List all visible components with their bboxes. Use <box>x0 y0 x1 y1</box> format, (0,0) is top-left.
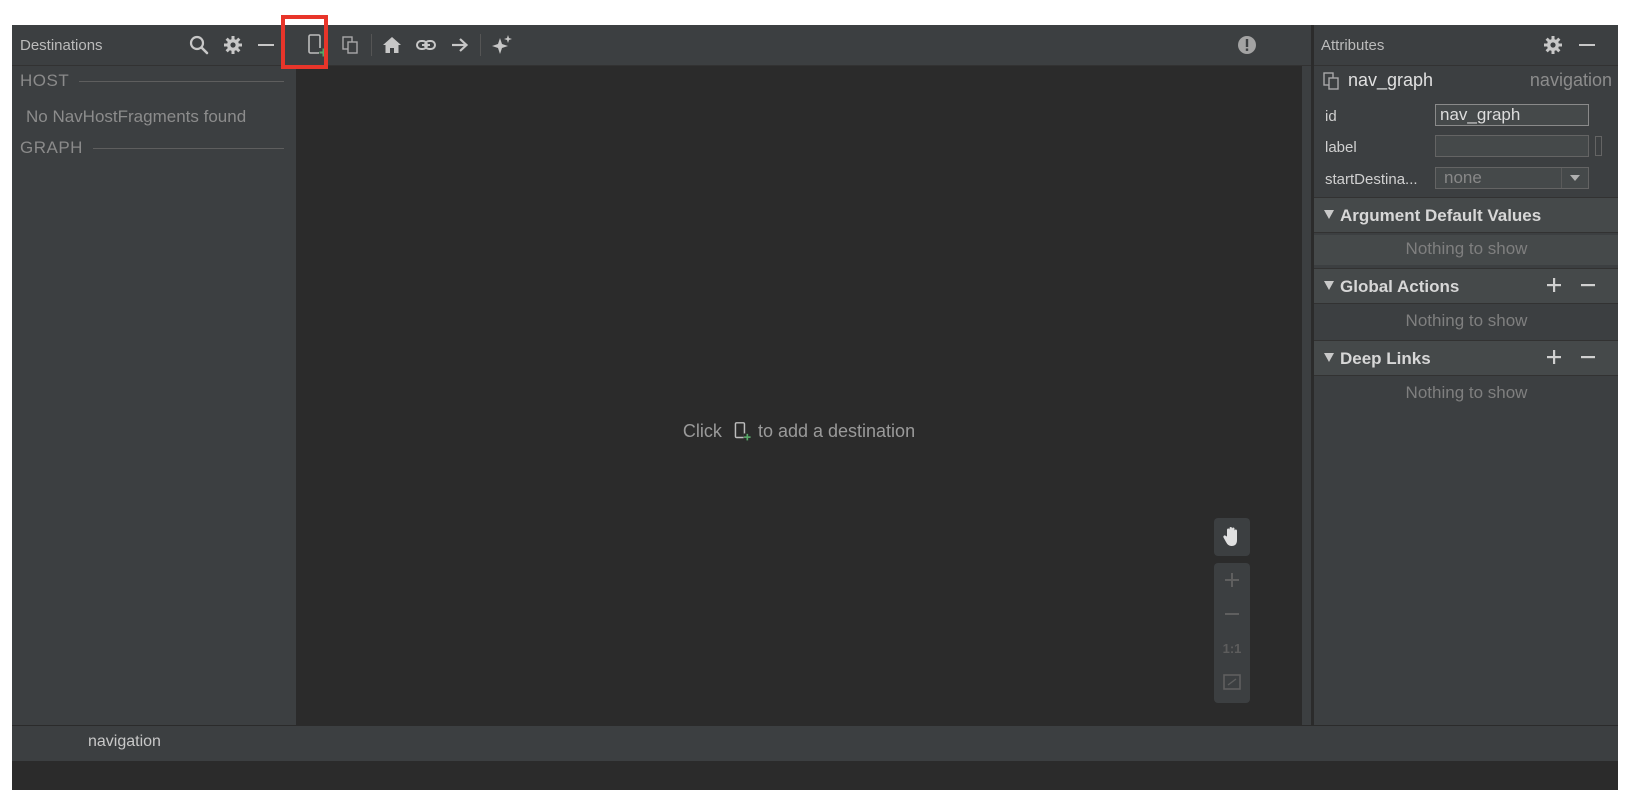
argument-defaults-body: Nothing to show <box>1314 235 1618 265</box>
destinations-title: Destinations <box>20 37 103 54</box>
destinations-header: Destinations <box>12 25 296 66</box>
graph-summary: nav_graph navigation <box>1322 69 1612 93</box>
label-resource-picker[interactable] <box>1595 136 1602 156</box>
graph-type: navigation <box>1529 70 1612 90</box>
hand-icon[interactable] <box>1214 522 1250 552</box>
attributes-panel: Attributes nav_graph navigation id label… <box>1313 25 1618 755</box>
start-destination-value: none <box>1444 168 1482 187</box>
graph-canvas[interactable]: Click to add a destination 1:1 <box>296 66 1302 733</box>
id-label: id <box>1325 108 1337 125</box>
warning-icon[interactable] <box>1233 31 1261 59</box>
graph-section: GRAPH <box>20 138 284 158</box>
search-icon[interactable] <box>188 34 210 56</box>
editor-tab-bar: navigation <box>12 725 1618 761</box>
attributes-title: Attributes <box>1321 37 1385 54</box>
argument-defaults-title: Argument Default Values <box>1340 206 1542 225</box>
action-arrow-icon[interactable] <box>446 31 474 59</box>
host-divider <box>79 80 284 82</box>
canvas-vertical-scrollbar[interactable] <box>1302 66 1311 733</box>
attributes-header: Attributes <box>1314 25 1618 66</box>
zoom-fit-icon[interactable] <box>1214 667 1250 697</box>
global-actions-empty: Nothing to show <box>1405 311 1528 330</box>
graph-divider <box>92 147 284 149</box>
host-section: HOST <box>20 71 284 91</box>
pan-tool[interactable] <box>1214 518 1250 556</box>
id-field[interactable] <box>1435 104 1589 126</box>
hint-text-after: to add a destination <box>757 420 916 441</box>
nested-graph-icon[interactable] <box>337 31 365 59</box>
toolbar-divider <box>480 34 481 56</box>
graph-name: nav_graph <box>1348 70 1434 90</box>
deep-links-header[interactable]: Deep Links <box>1314 340 1618 376</box>
hint-text-before: Click <box>682 420 722 441</box>
tab-navigation[interactable]: navigation <box>88 733 161 751</box>
deep-links-title: Deep Links <box>1340 349 1431 368</box>
zoom-in-icon[interactable] <box>1214 565 1250 595</box>
home-icon[interactable] <box>378 31 406 59</box>
auto-arrange-icon[interactable] <box>488 31 516 59</box>
empty-canvas-hint: Click to add a destination <box>296 420 1302 442</box>
add-icon[interactable] <box>1542 273 1566 297</box>
minimize-icon[interactable] <box>255 34 277 56</box>
graph-section-label: GRAPH <box>20 138 83 157</box>
destinations-panel: Destinations HOST No NavHostFragments fo… <box>12 25 296 755</box>
add-icon[interactable] <box>1542 345 1566 369</box>
toolbar-divider <box>371 34 372 56</box>
remove-icon[interactable] <box>1576 273 1600 297</box>
start-destination-dropdown[interactable]: none <box>1435 167 1589 189</box>
global-actions-header[interactable]: Global Actions <box>1314 268 1618 304</box>
label-field[interactable] <box>1435 135 1589 157</box>
chevron-down-icon <box>1561 168 1588 188</box>
zoom-out-icon[interactable] <box>1214 599 1250 629</box>
deep-link-icon[interactable] <box>412 31 440 59</box>
global-actions-title: Global Actions <box>1340 277 1460 296</box>
argument-defaults-empty: Nothing to show <box>1405 239 1528 258</box>
minimize-icon[interactable] <box>1576 34 1598 56</box>
navigation-editor: Destinations HOST No NavHostFragments fo… <box>12 25 1618 790</box>
collapse-triangle-icon <box>1324 281 1334 290</box>
gear-icon[interactable] <box>1542 34 1564 56</box>
label-label: label <box>1325 139 1357 156</box>
collapse-triangle-icon <box>1324 210 1334 219</box>
argument-defaults-header[interactable]: Argument Default Values <box>1314 197 1618 233</box>
remove-icon[interactable] <box>1576 345 1600 369</box>
editor-toolbar <box>296 25 1311 66</box>
collapse-triangle-icon <box>1324 353 1334 362</box>
highlight-box <box>281 15 328 69</box>
zoom-controls: 1:1 <box>1214 563 1250 703</box>
start-destination-label: startDestina... <box>1325 171 1418 188</box>
zoom-actual-size[interactable]: 1:1 <box>1214 633 1250 663</box>
nested-graph-icon <box>1323 72 1339 90</box>
new-destination-icon <box>734 422 751 442</box>
host-section-label: HOST <box>20 71 70 90</box>
gear-icon[interactable] <box>222 34 244 56</box>
host-empty-message: No NavHostFragments found <box>26 107 247 126</box>
deep-links-empty: Nothing to show <box>1405 383 1528 402</box>
